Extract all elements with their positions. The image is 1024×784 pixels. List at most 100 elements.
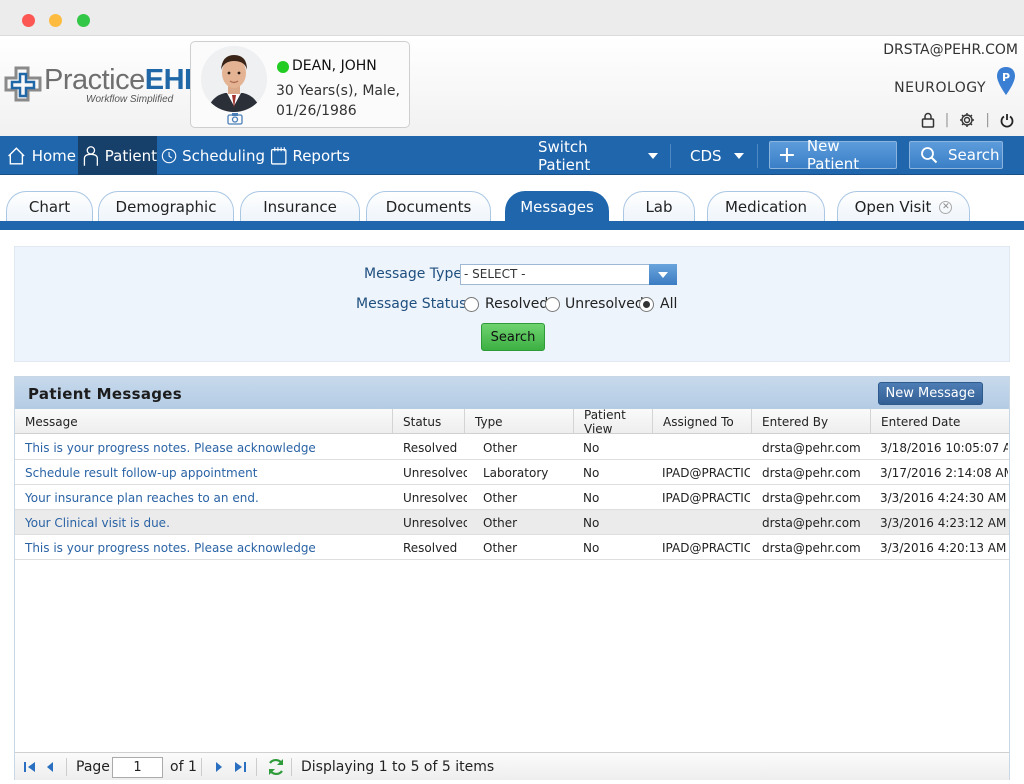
cell-entered-by: drsta@pehr.com (762, 540, 861, 555)
tab-documents[interactable]: Documents (366, 191, 491, 222)
cell-patient-view: No (583, 515, 600, 530)
nav-reports[interactable]: Reports (270, 136, 350, 175)
close-tab-icon[interactable]: ✕ (939, 200, 953, 214)
cell-entered-date: 3/18/2016 10:05:07 AM (880, 440, 1008, 455)
minimize-window-button[interactable] (49, 14, 62, 27)
column-header-patient-view[interactable]: Patient View (574, 408, 653, 436)
table-row[interactable]: Your Clinical visit is due. Unresolved O… (15, 510, 1009, 535)
nav-scheduling[interactable]: Scheduling (161, 136, 265, 175)
cell-assigned-to: IPAD@PRACTIC... (662, 465, 750, 480)
cds-dropdown[interactable]: CDS (690, 136, 745, 175)
gear-icon[interactable] (959, 112, 975, 128)
switch-patient-dropdown[interactable]: Switch Patient (538, 136, 658, 175)
cell-type: Other (483, 490, 518, 505)
page-number-field[interactable]: 1 (112, 753, 163, 781)
pager-divider (256, 758, 257, 776)
lock-icon[interactable] (921, 112, 935, 128)
cell-entered-date: 3/3/2016 4:24:30 AM (880, 490, 1007, 505)
cell-status: Unresolved (403, 515, 467, 530)
cell-entered-by: drsta@pehr.com (762, 515, 861, 530)
column-header-assigned-to[interactable]: Assigned To (653, 409, 752, 434)
next-page-button[interactable] (214, 753, 224, 781)
cell-patient-view: No (583, 540, 600, 555)
message-link[interactable]: Your insurance plan reaches to an end. (25, 485, 389, 510)
tab-open-visit[interactable]: Open Visit ✕ (837, 191, 970, 222)
tab-underline (0, 221, 1024, 230)
nav-patient[interactable]: Patient (78, 136, 157, 175)
previous-page-button[interactable] (45, 753, 55, 781)
new-patient-button[interactable]: New Patient (769, 137, 897, 173)
column-header-entered-date[interactable]: Entered Date (871, 409, 1009, 434)
table-row[interactable]: Schedule result follow-up appointment Un… (15, 460, 1009, 485)
refresh-button[interactable] (266, 753, 286, 781)
icon-separator: | (985, 112, 990, 128)
first-page-button[interactable] (23, 753, 37, 781)
cell-assigned-to: IPAD@PRACTIC... (662, 490, 750, 505)
message-type-select[interactable]: - SELECT - (460, 264, 677, 285)
table-row[interactable]: This is your progress notes. Please ackn… (15, 435, 1009, 460)
nav-divider (757, 144, 758, 168)
tab-insurance[interactable]: Insurance (240, 191, 360, 222)
practice-ehr-logo[interactable]: PracticeEHR Workflow Simplified (4, 64, 205, 108)
maximize-window-button[interactable] (77, 14, 90, 27)
power-icon[interactable] (1000, 113, 1014, 128)
page-label: Page (76, 759, 110, 775)
message-link[interactable]: This is your progress notes. Please ackn… (25, 535, 389, 560)
grid-title: Patient Messages (28, 385, 182, 403)
cell-patient-view: No (583, 465, 600, 480)
cell-assigned-to (662, 435, 750, 460)
search-icon (921, 147, 938, 164)
message-link[interactable]: This is your progress notes. Please ackn… (25, 435, 389, 460)
column-header-type[interactable]: Type (465, 409, 574, 434)
logo-cross-icon (4, 66, 42, 102)
nav-home[interactable]: Home (4, 136, 76, 175)
message-link[interactable]: Your Clinical visit is due. (25, 510, 389, 535)
close-window-button[interactable] (22, 14, 35, 27)
tab-messages[interactable]: Messages (505, 191, 609, 222)
status-radio-resolved[interactable] (464, 297, 479, 312)
cell-patient-view: No (583, 490, 600, 505)
cell-entered-by: drsta@pehr.com (762, 440, 861, 455)
first-page-icon (24, 762, 35, 772)
cell-patient-view: No (583, 440, 600, 455)
patient-card[interactable]: DEAN, JOHN 30 Years(s), Male, 01/26/1986 (190, 41, 410, 128)
message-link[interactable]: Schedule result follow-up appointment (25, 460, 389, 485)
refresh-icon (269, 758, 283, 776)
status-radio-resolved-label: Resolved (485, 296, 549, 312)
last-page-button[interactable] (233, 753, 247, 781)
pager-divider (291, 758, 292, 776)
online-status-indicator (277, 61, 289, 73)
cell-type: Other (483, 515, 518, 530)
new-message-button[interactable]: New Message (877, 382, 983, 405)
camera-icon[interactable] (227, 112, 243, 125)
cell-entered-date: 3/17/2016 2:14:08 AM (880, 465, 1008, 480)
patient-search-button[interactable]: Search (909, 141, 1003, 169)
status-radio-all[interactable] (639, 297, 654, 312)
status-radio-unresolved[interactable] (545, 297, 560, 312)
message-type-label: Message Type (364, 266, 462, 282)
pager-summary: Displaying 1 to 5 of 5 items (301, 759, 495, 775)
logo-wordmark: PracticeEHR (44, 64, 205, 96)
home-icon (8, 146, 25, 164)
cell-entered-by: drsta@pehr.com (762, 465, 861, 480)
location-pin-icon[interactable]: P (996, 66, 1016, 96)
cell-type: Laboratory (483, 465, 549, 480)
app-header: PracticeEHR Workflow Simplified DEAN, JO… (0, 36, 1024, 136)
chevron-down-icon[interactable] (649, 264, 677, 285)
tab-chart[interactable]: Chart (6, 191, 93, 222)
tab-demographic[interactable]: Demographic (98, 191, 234, 222)
header-icon-bar: | | (921, 112, 1014, 128)
patient-messages-grid: Patient Messages New Message Message Sta… (14, 376, 1010, 780)
table-row[interactable]: Your insurance plan reaches to an end. U… (15, 485, 1009, 510)
column-header-status[interactable]: Status (393, 409, 465, 434)
column-header-message[interactable]: Message (15, 409, 393, 434)
filter-search-button[interactable]: Search (481, 323, 545, 351)
tab-lab[interactable]: Lab (623, 191, 695, 222)
column-header-entered-by[interactable]: Entered By (752, 409, 871, 434)
clock-icon (161, 148, 177, 163)
column-header-row: Message Status Type Patient View Assigne… (15, 408, 1009, 436)
table-row[interactable]: This is your progress notes. Please ackn… (15, 535, 1009, 560)
tab-medication[interactable]: Medication (707, 191, 825, 222)
svg-text:P: P (1002, 71, 1010, 84)
grid-pager: Page 1 of 1 Displaying 1 to 5 of 5 items (15, 752, 1009, 780)
